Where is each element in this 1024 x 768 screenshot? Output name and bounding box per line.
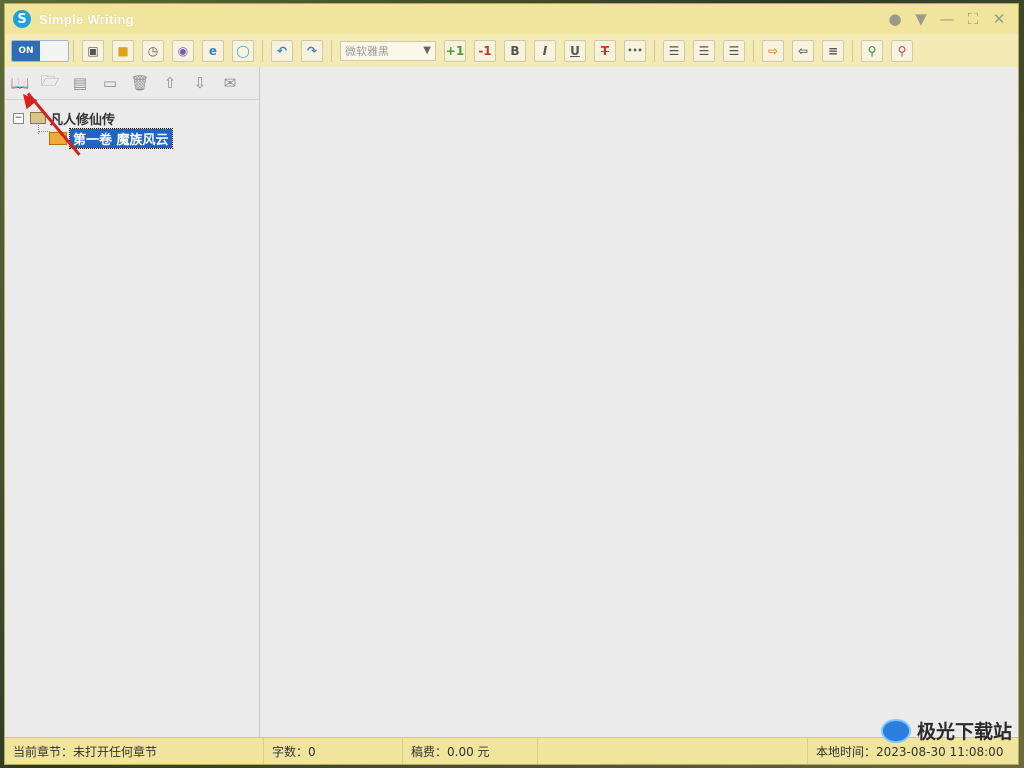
align-left-icon: ☰: [668, 43, 680, 58]
window-controls: ● ▼ — ⛶ ✕: [882, 4, 1012, 34]
italic-button[interactable]: I: [534, 39, 556, 62]
toolbar-divider: [73, 39, 74, 62]
watermark-logo-icon: [880, 718, 911, 743]
window-title: Simple Writing: [39, 11, 134, 27]
align-left-button[interactable]: ☰: [663, 39, 685, 62]
align-center-icon: ☰: [698, 43, 710, 58]
expand-icon: ▣: [87, 43, 99, 58]
chapter-sidebar: 📖 🗁 ▤ ▭ 🗑 ⇧ ⇩ ✉ − 凡人修仙传 第一卷 魔族风云: [5, 67, 260, 738]
minimize-icon[interactable]: —: [934, 7, 960, 31]
chevron-down-icon[interactable]: ▼: [908, 7, 934, 31]
redo-button[interactable]: ↷: [301, 39, 323, 62]
toggle-label: ON: [12, 40, 40, 61]
user-icon[interactable]: ●: [882, 7, 908, 31]
circle-icon: ◯: [236, 43, 250, 58]
more-button[interactable]: •••: [624, 39, 646, 62]
rename-button[interactable]: ▭: [99, 72, 121, 94]
toolbar-divider: [262, 39, 263, 62]
tree-item-volume[interactable]: 第一卷 魔族风云: [5, 127, 259, 149]
lock-icon: ■: [117, 43, 129, 58]
replace-icon: ⚲: [897, 43, 907, 58]
fullscreen-icon[interactable]: ⛶: [960, 7, 986, 31]
undo-button[interactable]: ↶: [271, 39, 293, 62]
indent-button[interactable]: ⇨: [762, 39, 784, 62]
font-select[interactable]: 微软雅黑 ▼: [340, 40, 436, 61]
timer-button[interactable]: ◷: [142, 39, 164, 62]
toolbar-divider: [654, 39, 655, 62]
status-spacer: [538, 738, 808, 764]
undo-icon: ↶: [276, 43, 288, 58]
app-window: S Simple Writing ● ▼ — ⛶ ✕ ON ▣ ■ ◷ ◉ e …: [4, 3, 1019, 765]
delete-button[interactable]: 🗑: [129, 72, 151, 94]
toggle-knob: [40, 40, 68, 61]
document-icon: ▤: [72, 74, 88, 92]
indent-icon: ⇨: [767, 43, 779, 58]
clock-icon: ◷: [147, 43, 159, 58]
browser-button[interactable]: e: [202, 39, 224, 62]
status-bar: 当前章节：未打开任何章节 字数：0 稿费：0.00 元 本地时间：2023-08…: [5, 737, 1018, 764]
editor-area[interactable]: [260, 67, 1018, 738]
watermark: 极光下载站: [880, 717, 1012, 744]
collapse-icon[interactable]: −: [13, 112, 24, 124]
export-button[interactable]: ✉: [219, 72, 241, 94]
on-off-toggle[interactable]: ON: [11, 39, 69, 62]
book-title: 凡人修仙传: [50, 112, 116, 128]
sidebar-toolbar: 📖 🗁 ▤ ▭ 🗑 ⇧ ⇩ ✉: [5, 67, 259, 100]
align-right-icon: ☰: [728, 43, 740, 58]
replace-button[interactable]: ⚲: [891, 39, 913, 62]
search-button[interactable]: ⚲: [861, 39, 883, 62]
open-folder-button[interactable]: 🗁: [39, 72, 61, 94]
app-logo-icon: S: [13, 10, 31, 28]
search-icon: ⚲: [867, 43, 877, 58]
bold-button[interactable]: B: [504, 39, 526, 62]
mail-icon: ✉: [223, 74, 237, 92]
volume-title: 第一卷 魔族风云: [69, 127, 173, 149]
outdent-icon: ⇦: [797, 43, 809, 58]
underline-button[interactable]: U: [564, 39, 586, 62]
status-fee: 稿费：0.00 元: [403, 738, 538, 764]
status-word-count: 字数：0: [264, 738, 403, 764]
arrow-down-icon: ⇩: [193, 74, 207, 92]
circle-button[interactable]: ◯: [232, 39, 254, 62]
new-chapter-button[interactable]: ▤: [69, 72, 91, 94]
main-toolbar: ON ▣ ■ ◷ ◉ e ◯ ↶ ↷ 微软雅黑 ▼ +1 -1 B I U T …: [5, 34, 1018, 68]
font-size-up-button[interactable]: +1: [444, 39, 466, 62]
list-icon: ≡: [827, 43, 839, 58]
toolbar-divider: [852, 39, 853, 62]
align-center-button[interactable]: ☰: [693, 39, 715, 62]
arrow-up-icon: ⇧: [163, 74, 177, 92]
lock-button[interactable]: ■: [112, 39, 134, 62]
move-down-button[interactable]: ⇩: [189, 72, 211, 94]
close-icon[interactable]: ✕: [986, 7, 1012, 31]
chapter-tree: − 凡人修仙传 第一卷 魔族风云: [5, 100, 259, 149]
folder-icon: 🗁: [40, 71, 60, 90]
ie-icon: e: [208, 43, 218, 58]
toolbar-divider: [331, 39, 332, 62]
toolbar-divider: [753, 39, 754, 62]
move-up-button[interactable]: ⇧: [159, 72, 181, 94]
chevron-down-icon: ▼: [423, 45, 431, 56]
title-bar: S Simple Writing ● ▼ — ⛶ ✕: [5, 4, 1018, 34]
font-size-down-button[interactable]: -1: [474, 39, 496, 62]
palette-icon: ◉: [177, 43, 189, 58]
redo-icon: ↷: [306, 43, 318, 58]
status-current-chapter: 当前章节：未打开任何章节: [5, 738, 264, 764]
watermark-text: 极光下载站: [916, 721, 1012, 743]
rename-icon: ▭: [102, 74, 118, 92]
trash-icon: 🗑: [130, 74, 150, 92]
list-button[interactable]: ≡: [822, 39, 844, 62]
align-right-button[interactable]: ☰: [723, 39, 745, 62]
fullscreen-button[interactable]: ▣: [82, 39, 104, 62]
strikethrough-button[interactable]: T: [594, 39, 616, 62]
theme-button[interactable]: ◉: [172, 39, 194, 62]
outdent-button[interactable]: ⇦: [792, 39, 814, 62]
font-select-value: 微软雅黑: [345, 44, 389, 58]
